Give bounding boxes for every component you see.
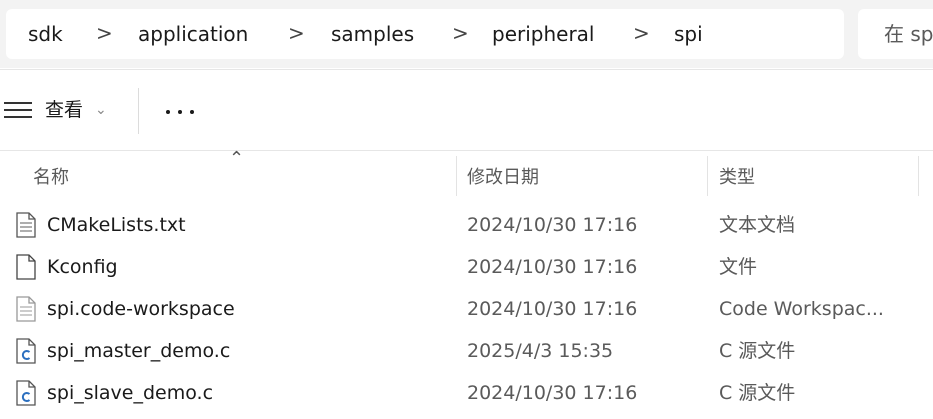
file-name: spi_slave_demo.c bbox=[47, 382, 214, 404]
c-file-icon bbox=[16, 338, 36, 364]
file-row[interactable]: spi_master_demo.c 2025/4/3 15:35 C 源文件 bbox=[0, 330, 933, 372]
breadcrumb-separator[interactable]: > bbox=[633, 9, 650, 59]
breadcrumb-item-spi[interactable]: spi bbox=[674, 9, 703, 59]
column-header-type[interactable]: 类型 bbox=[719, 164, 755, 192]
file-icon bbox=[16, 254, 36, 280]
search-placeholder: 在 sp bbox=[884, 22, 933, 46]
file-name: spi_master_demo.c bbox=[47, 340, 231, 362]
sort-ascending-icon: ⌃ bbox=[229, 148, 245, 169]
file-name: Kconfig bbox=[47, 256, 118, 278]
breadcrumb-separator[interactable]: > bbox=[288, 9, 305, 59]
address-row: sdk > application > samples > peripheral… bbox=[0, 0, 933, 68]
file-type: 文件 bbox=[719, 256, 758, 278]
file-type: 文本文档 bbox=[719, 214, 796, 236]
breadcrumb[interactable]: sdk > application > samples > peripheral… bbox=[6, 9, 844, 59]
file-date: 2025/4/3 15:35 bbox=[467, 340, 614, 362]
column-header-row: ⌃ 名称 修改日期 类型 bbox=[0, 148, 933, 200]
breadcrumb-item-sdk[interactable]: sdk bbox=[28, 9, 63, 59]
file-type: Code Workspac... bbox=[719, 298, 884, 320]
file-row[interactable]: spi.code-workspace 2024/10/30 17:16 Code… bbox=[0, 288, 933, 330]
column-header-name[interactable]: 名称 bbox=[33, 164, 69, 192]
workspace-file-icon bbox=[16, 296, 36, 322]
file-date: 2024/10/30 17:16 bbox=[467, 382, 638, 404]
breadcrumb-item-peripheral[interactable]: peripheral bbox=[492, 9, 595, 59]
file-name: spi.code-workspace bbox=[47, 298, 235, 320]
file-date: 2024/10/30 17:16 bbox=[467, 256, 638, 278]
more-options-button[interactable] bbox=[160, 88, 204, 132]
file-row[interactable]: Kconfig 2024/10/30 17:16 文件 bbox=[0, 246, 933, 288]
view-button[interactable]: 查看 ⌄ bbox=[0, 88, 118, 132]
file-row[interactable]: spi_slave_demo.c 2024/10/30 17:16 C 源文件 bbox=[0, 372, 933, 414]
chevron-down-icon: ⌄ bbox=[95, 102, 107, 118]
lines-icon bbox=[4, 102, 32, 118]
c-file-icon bbox=[16, 380, 36, 406]
breadcrumb-separator[interactable]: > bbox=[452, 9, 469, 59]
toolbar-divider bbox=[138, 88, 139, 134]
column-divider[interactable] bbox=[707, 156, 708, 196]
view-label: 查看 bbox=[45, 99, 84, 121]
column-header-date[interactable]: 修改日期 bbox=[467, 164, 539, 192]
breadcrumb-item-samples[interactable]: samples bbox=[331, 9, 414, 59]
file-type: C 源文件 bbox=[719, 340, 796, 362]
file-row[interactable]: CMakeLists.txt 2024/10/30 17:16 文本文档 bbox=[0, 204, 933, 246]
command-bar: 查看 ⌄ bbox=[0, 69, 933, 151]
file-date: 2024/10/30 17:16 bbox=[467, 214, 638, 236]
breadcrumb-separator[interactable]: > bbox=[96, 9, 113, 59]
column-divider[interactable] bbox=[918, 156, 919, 196]
search-input[interactable]: 在 sp bbox=[858, 9, 933, 59]
text-file-icon bbox=[16, 212, 36, 238]
file-date: 2024/10/30 17:16 bbox=[467, 298, 638, 320]
file-name: CMakeLists.txt bbox=[47, 214, 186, 236]
breadcrumb-item-application[interactable]: application bbox=[138, 9, 248, 59]
file-type: C 源文件 bbox=[719, 382, 796, 404]
column-divider[interactable] bbox=[456, 156, 457, 196]
